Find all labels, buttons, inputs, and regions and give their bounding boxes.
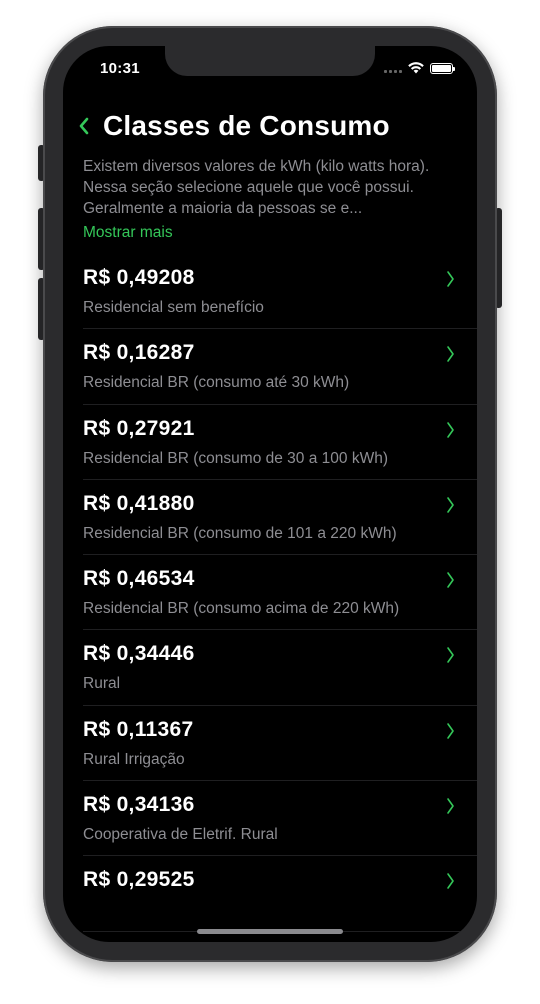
chevron-right-icon xyxy=(447,421,454,438)
item-price: R$ 0,29525 xyxy=(83,868,195,892)
list-item[interactable]: R$ 0,27921 Residencial BR (consumo de 30 … xyxy=(63,405,477,481)
chevron-right-icon xyxy=(447,647,454,664)
item-label: Residencial BR (consumo de 30 a 100 kWh) xyxy=(83,449,388,467)
item-price: R$ 0,27921 xyxy=(83,416,195,440)
description-text: Existem diversos valores de kWh (kilo wa… xyxy=(83,158,430,217)
item-price: R$ 0,11367 xyxy=(83,717,194,741)
list-item[interactable]: R$ 0,16287 Residencial BR (consumo até 30… xyxy=(63,329,477,405)
chevron-right-icon xyxy=(447,271,454,287)
item-label: Cooperativa de Eletrif. Rural xyxy=(83,826,278,844)
wifi-icon xyxy=(408,62,424,74)
item-label: Residencial BR (consumo até 30 kWh) xyxy=(83,374,350,392)
navigation-bar: Classes de Consumo xyxy=(77,110,390,142)
page-title: Classes de Consumo xyxy=(103,110,390,141)
list-item[interactable]: R$ 0,46534 Residencial BR (consumo acima … xyxy=(63,555,477,631)
item-price: R$ 0,46534 xyxy=(83,567,195,591)
chevron-right-icon xyxy=(447,722,454,739)
chevron-right-icon xyxy=(447,346,454,363)
item-label: Rural Irrigação xyxy=(83,750,185,768)
list-item[interactable]: R$ 0,29525 xyxy=(63,856,477,932)
item-label: Rural xyxy=(83,675,121,693)
list-item[interactable]: R$ 0,11367 Rural Irrigação xyxy=(63,706,477,782)
notch xyxy=(165,46,375,76)
home-indicator[interactable] xyxy=(197,929,343,934)
battery-icon xyxy=(430,62,455,74)
list-item[interactable]: R$ 0,34446 Rural xyxy=(63,630,477,707)
status-time: 10:31 xyxy=(100,60,140,77)
item-price: R$ 0,16287 xyxy=(83,341,195,365)
show-more-link[interactable]: Mostrar mais xyxy=(83,224,173,242)
consumption-class-list: R$ 0,49208 Residencial sem benefício R$ 0,… xyxy=(63,254,477,932)
signal-icon xyxy=(384,63,402,73)
chevron-right-icon xyxy=(447,497,454,513)
list-item[interactable]: R$ 0,34136 Cooperativa de Eletrif. Rural xyxy=(63,781,477,857)
item-price: R$ 0,41880 xyxy=(83,491,195,515)
chevron-right-icon xyxy=(447,873,454,890)
item-price: R$ 0,49208 xyxy=(83,266,195,289)
item-label: Residencial BR (consumo acima de 220 kWh… xyxy=(83,600,400,618)
screen: 10:31 Classes de Consumo Existem diverso… xyxy=(63,46,477,942)
list-item[interactable]: R$ 0,49208 Residencial sem benefício xyxy=(63,254,477,330)
item-label: Residencial BR (consumo de 101 a 220 kWh… xyxy=(83,524,397,542)
chevron-right-icon xyxy=(447,572,454,588)
back-chevron-icon[interactable] xyxy=(77,116,91,136)
status-icons xyxy=(384,62,455,74)
list-item[interactable]: R$ 0,41880 Residencial BR (consumo de 101… xyxy=(63,480,477,556)
item-label: Residencial sem benefício xyxy=(83,299,264,316)
chevron-right-icon xyxy=(447,798,454,814)
item-price: R$ 0,34136 xyxy=(83,793,195,817)
item-price: R$ 0,34446 xyxy=(83,642,195,666)
